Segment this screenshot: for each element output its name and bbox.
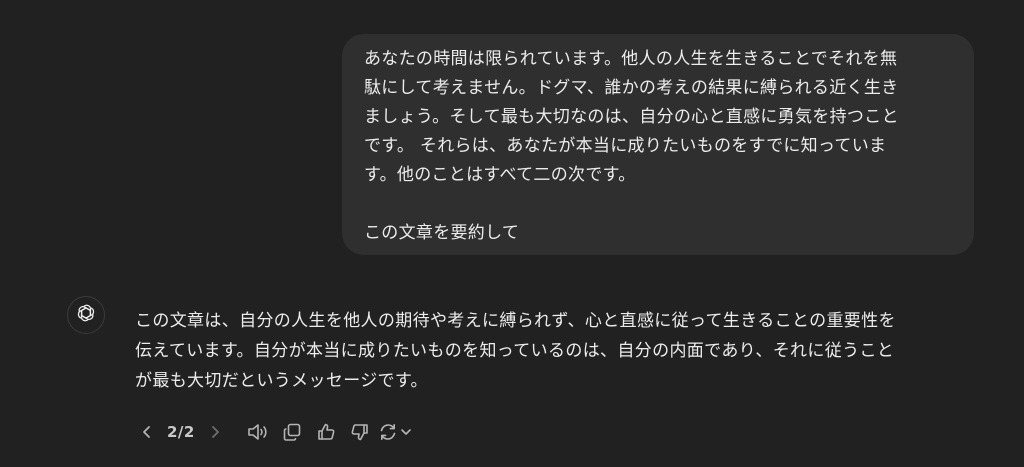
chat-page: あなたの時間は限られています。他人の人生を生きることでそれを無 駄にして考えませ… [0,0,1024,467]
assistant-message-line: この文章は、自分の人生を他人の期待や考えに縛られず、心と直感に従って生きることの… [135,311,896,331]
user-message-line: です。 それらは、あなたが本当に成りたいものをすでに知っていま [364,136,887,156]
user-message-bubble: あなたの時間は限られています。他人の人生を生きることでそれを無 駄にして考えませ… [342,34,974,255]
user-message-line: この文章を要約して [364,223,520,243]
chevron-left-icon[interactable] [137,419,157,445]
thumbs-up-icon[interactable] [309,419,343,445]
assistant-message-line: 伝えています。自分が本当に成りたいものを知っているのは、自分の内面であり、それに… [135,341,895,361]
chevron-down-icon[interactable] [399,419,413,445]
openai-logo-icon [75,302,97,328]
user-message-line [364,190,954,219]
user-message-line: 駄にして考えません。ドグマ、誰かの考えの結果に縛られる近く生き [364,78,899,98]
response-pager-label: 2/2 [167,423,195,441]
chevron-right-icon[interactable] [205,419,225,445]
thumbs-down-icon[interactable] [343,419,377,445]
speaker-icon[interactable] [241,419,275,445]
user-message-line: す。他のことはすべて二の次です。 [364,165,636,185]
regenerate-icon[interactable] [377,419,399,445]
user-message-line: あなたの時間は限られています。他人の人生を生きることでそれを無 [364,49,898,69]
assistant-message-text: この文章は、自分の人生を他人の期待や考えに縛られず、心と直感に従って生きることの… [135,306,985,396]
response-action-bar: 2/2 [137,419,413,445]
user-message-line: ましょう。そして最も大切なのは、自分の心と直感に勇気を持つこと [364,107,899,127]
assistant-avatar [67,296,105,334]
copy-icon[interactable] [275,419,309,445]
assistant-message-line: が最も大切だというメッセージです。 [135,371,428,391]
